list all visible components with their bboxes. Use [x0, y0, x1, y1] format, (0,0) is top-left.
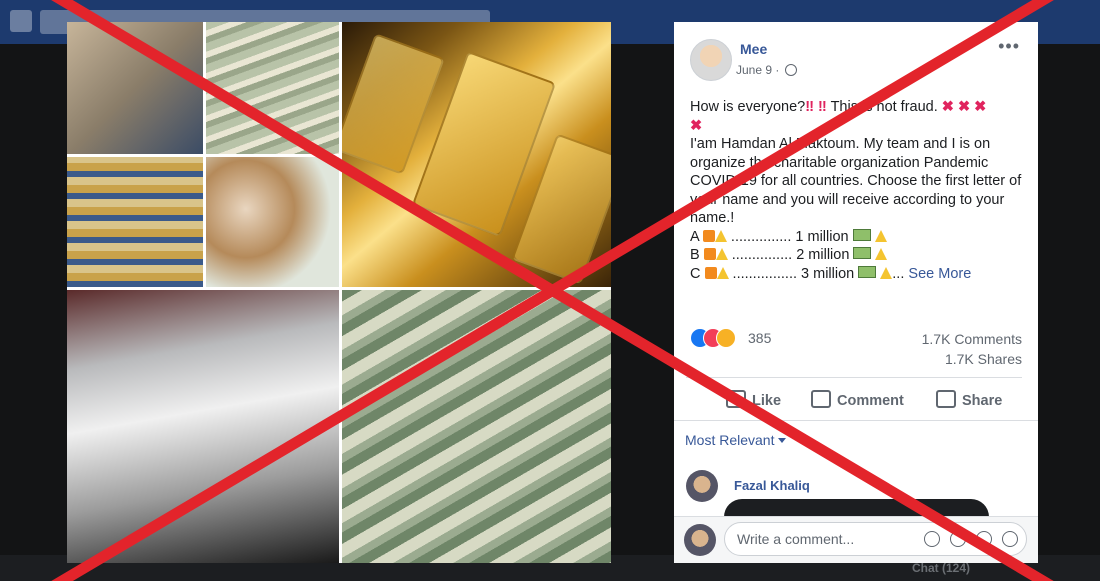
cross-mark-icon: ✖: [941, 99, 954, 115]
prize-letter: C: [690, 265, 701, 282]
comment-label: Comment: [837, 393, 904, 409]
gift-icon: [702, 229, 715, 242]
like-label: Like: [752, 393, 782, 409]
post-intro: How is everyone?: [690, 99, 806, 115]
viewer-avatar: [684, 524, 716, 556]
post-date[interactable]: June 9 ·: [736, 63, 779, 77]
share-button[interactable]: Share: [936, 390, 1002, 409]
prize-dots: ...............: [727, 247, 797, 263]
prize-letter: A: [690, 228, 699, 245]
money-icon: [852, 228, 871, 241]
cross-mark-icon: ✖: [974, 99, 987, 115]
post-text: How is everyone?‼ ‼ This is not fraud. ✖…: [690, 98, 1026, 283]
divider: [686, 377, 1022, 378]
commenter-avatar[interactable]: [686, 470, 718, 502]
prize-dots: ................: [728, 265, 802, 282]
comment-button[interactable]: Comment: [811, 390, 904, 409]
party-popper-icon: [715, 248, 728, 260]
prize-amount: 1 million: [795, 228, 849, 245]
gift-icon: [704, 266, 717, 279]
money-icon: [853, 247, 872, 259]
write-comment-bar: [674, 516, 1038, 563]
photo-man-with-phone: [67, 22, 203, 154]
divider: [674, 420, 1038, 421]
cross-mark-icon: ✖: [957, 99, 971, 115]
double-exclamation-icon: ‼: [818, 99, 827, 115]
author-avatar[interactable]: [690, 39, 732, 81]
prize-row: B ............... 2 million: [690, 247, 888, 263]
prize-dots: ...............: [726, 228, 796, 245]
post-actions: Like Comment Share: [686, 387, 1022, 415]
comment-bubble-icon: [811, 390, 831, 408]
party-popper-icon: [880, 266, 893, 279]
prize-letter: B: [690, 247, 700, 263]
prize-row: C ................ 3 million ... See Mor…: [690, 265, 972, 282]
camera-icon[interactable]: [950, 531, 966, 547]
photo-white-car-with-cash: [67, 290, 339, 563]
more-options-icon[interactable]: •••: [998, 36, 1020, 57]
photo-dollar-bills: [342, 290, 611, 563]
party-popper-icon: [874, 229, 887, 242]
chat-label[interactable]: Chat (124): [912, 561, 970, 575]
globe-icon: [784, 64, 797, 76]
photo-cash-bundles: [206, 22, 339, 154]
party-popper-icon: [875, 248, 888, 260]
post-meta[interactable]: June 9 ·: [736, 63, 797, 77]
commenter-name[interactable]: Fazal Khaliq: [734, 478, 810, 493]
gif-icon[interactable]: [976, 531, 992, 547]
cross-mark-icon: ✖: [690, 117, 703, 134]
prize-row: A ............... 1 million: [690, 228, 887, 245]
share-label: Share: [962, 393, 1003, 409]
haha-reaction-icon: [716, 328, 736, 348]
post-body-text: I'am Hamdan Al Maktoum. My team and I is…: [690, 136, 1022, 226]
party-popper-icon: [716, 266, 729, 279]
post-intro-2: This is not fraud.: [826, 99, 942, 115]
see-more-link[interactable]: See More: [908, 266, 971, 282]
sticker-icon[interactable]: [1002, 531, 1018, 547]
like-button[interactable]: Like: [726, 390, 781, 409]
facebook-logo[interactable]: [10, 10, 32, 32]
post-panel: Mee June 9 · ••• How is everyone?‼ ‼ Thi…: [674, 22, 1038, 563]
photo-luxury-watches: [206, 157, 339, 287]
caret-down-icon: [778, 438, 787, 443]
photo-warehouse-shelves: [67, 157, 203, 287]
post-photo-collage[interactable]: [67, 22, 611, 563]
prize-amount: 3 million: [801, 265, 855, 282]
comments-count[interactable]: 1.7K Comments: [922, 331, 1022, 347]
gift-icon: [703, 248, 716, 260]
money-icon: [858, 265, 877, 278]
double-exclamation-icon: ‼: [805, 99, 815, 115]
share-arrow-icon: [936, 390, 956, 408]
emoji-icon[interactable]: [924, 531, 940, 547]
prize-amount: 2 million: [796, 247, 850, 263]
sort-label: Most Relevant: [685, 432, 775, 448]
shares-count[interactable]: 1.7K Shares: [945, 351, 1022, 367]
comment-tool-icons: [914, 531, 1018, 549]
author-name[interactable]: Mee: [740, 41, 767, 57]
thumbs-up-icon: [726, 390, 746, 408]
photo-gold-bars: [342, 22, 611, 287]
comment-sort-dropdown[interactable]: Most Relevant: [685, 432, 787, 448]
reaction-count: 385: [748, 330, 772, 346]
party-popper-icon: [714, 229, 727, 242]
